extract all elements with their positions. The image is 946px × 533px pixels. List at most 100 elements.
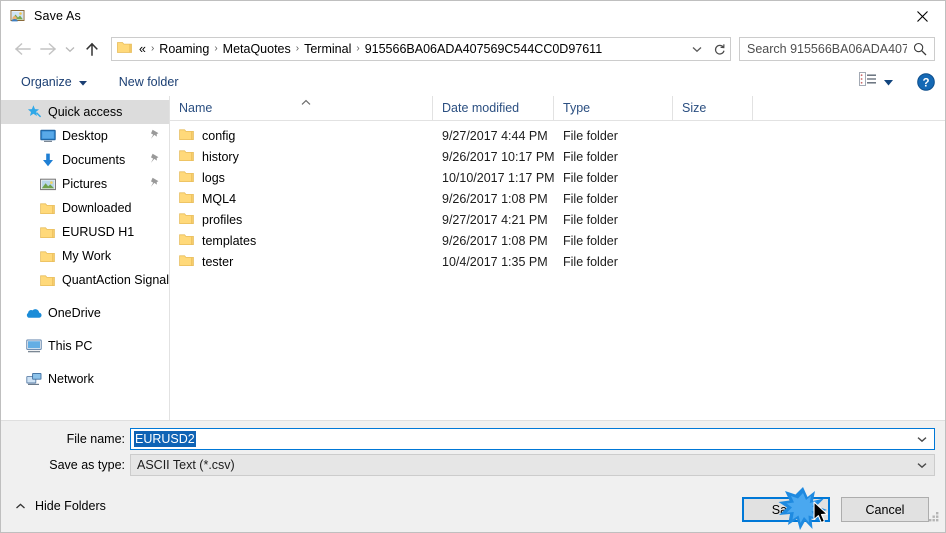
file-name-label: tester [202,254,234,269]
folder-icon [39,248,56,264]
sidebar-item-my-work[interactable]: My Work [1,244,169,268]
arrow-up-icon[interactable] [79,36,105,62]
chevron-down-icon[interactable] [61,36,79,62]
sidebar-item-label: Quick access [48,105,123,119]
toolbar-right-group: ? [855,67,935,96]
chevron-down-icon[interactable] [910,429,934,449]
breadcrumb-separator: › [356,43,360,54]
address-bar[interactable]: « › Roaming › MetaQuotes › Terminal › 91… [111,37,731,61]
file-name-input[interactable]: EURUSD2 [130,428,935,450]
pin-icon[interactable] [149,129,160,144]
breadcrumb-item-terminal[interactable]: Terminal [301,42,354,56]
table-row[interactable]: tester 10/4/2017 1:35 PM File folder [170,251,945,272]
folder-icon [39,200,56,216]
save-as-type-value: ASCII Text (*.csv) [137,458,235,472]
sidebar-item-label: Pictures [62,177,108,191]
save-button-label: Save [771,502,801,517]
sidebar-item-pictures[interactable]: Pictures [1,172,169,196]
pin-icon[interactable] [149,177,160,192]
content-area: Quick access Desktop Documents Pictures … [1,96,945,420]
folder-icon [179,233,195,249]
folder-icon [179,254,195,270]
table-row[interactable]: logs 10/10/2017 1:17 PM File folder [170,167,945,188]
sidebar-item-quick-access[interactable]: Quick access [1,100,169,124]
close-icon[interactable] [899,1,945,31]
sidebar-item-quantaction-signal[interactable]: QuantAction Signal [1,268,169,292]
file-name-value: EURUSD2 [134,431,196,447]
window-title: Save As [34,9,81,23]
file-type-cell: File folder [563,233,618,248]
file-name-cell: logs [170,170,433,186]
svg-text:?: ? [922,77,929,89]
search-icon[interactable] [907,42,933,56]
title-bar: Save As [1,1,945,31]
breadcrumb-item-roaming[interactable]: Roaming [156,42,212,56]
chevron-down-icon[interactable] [910,455,934,475]
file-name-label: config [202,128,236,143]
cancel-button[interactable]: Cancel [841,497,929,522]
table-row[interactable]: templates 9/26/2017 1:08 PM File folder [170,230,945,251]
file-date-cell: 9/26/2017 10:17 PM [442,149,554,164]
table-row[interactable]: history 9/26/2017 10:17 PM File folder [170,146,945,167]
search-input[interactable] [747,42,907,56]
view-layout-button[interactable] [855,72,897,91]
navigation-sidebar: Quick access Desktop Documents Pictures … [1,96,170,420]
column-header-date-modified[interactable]: Date modified [433,96,554,120]
caret-up-icon [300,94,312,112]
hide-folders-button[interactable]: Hide Folders [15,499,106,513]
resize-grip-icon[interactable] [927,510,941,529]
view-layout-icon [859,72,876,91]
table-row[interactable]: MQL4 9/26/2017 1:08 PM File folder [170,188,945,209]
file-name-cell: history [170,149,433,165]
arrow-left-icon[interactable] [9,36,35,62]
sidebar-item-this-pc[interactable]: This PC [1,334,169,358]
save-button[interactable]: Save [742,497,830,522]
table-row[interactable]: config 9/27/2017 4:44 PM File folder [170,125,945,146]
new-folder-button[interactable]: New folder [111,71,187,93]
desktop-icon [39,128,56,144]
column-header-size[interactable]: Size [673,96,753,120]
file-name-label: profiles [202,212,243,227]
breadcrumb-prefix[interactable]: « [136,42,149,56]
sidebar-item-network[interactable]: Network [1,367,169,391]
caret-down-icon [884,73,893,91]
sidebar-item-onedrive[interactable]: OneDrive [1,301,169,325]
star-pin-icon [25,104,42,120]
save-as-type-select[interactable]: ASCII Text (*.csv) [130,454,935,476]
folder-icon [39,224,56,240]
sidebar-item-eurusd-h1[interactable]: EURUSD H1 [1,220,169,244]
help-question-icon[interactable]: ? [917,72,935,91]
sidebar-item-documents[interactable]: Documents [1,148,169,172]
column-header-type[interactable]: Type [554,96,673,120]
file-name-label: File name: [66,432,125,446]
save-form: File name: EURUSD2 Save as type: ASCII T… [1,420,945,489]
sidebar-item-label: QuantAction Signal [62,273,169,287]
arrow-right-icon[interactable] [35,36,61,62]
file-name-cell: profiles [170,212,433,228]
sidebar-item-desktop[interactable]: Desktop [1,124,169,148]
chevron-down-icon[interactable] [686,46,708,53]
organize-button[interactable]: Organize [13,71,95,93]
column-header-row: Name Date modified Type Size [170,96,945,121]
breadcrumb-separator: › [214,43,218,54]
this-pc-icon [25,338,42,354]
folder-icon [179,149,195,165]
breadcrumb-item-terminal-id[interactable]: 915566BA06ADA407569C544CC0D97611 [362,42,605,56]
file-date-cell: 9/26/2017 1:08 PM [442,191,548,206]
file-name-label: logs [202,170,225,185]
table-row[interactable]: profiles 9/27/2017 4:21 PM File folder [170,209,945,230]
cancel-button-label: Cancel [865,502,905,517]
sidebar-item-label: This PC [48,339,93,353]
documents-icon [39,152,56,168]
breadcrumb-item-metaquotes[interactable]: MetaQuotes [220,42,294,56]
pictures-icon [39,176,56,192]
refresh-icon[interactable] [708,43,730,56]
sidebar-item-label: Network [48,372,94,386]
sidebar-item-downloaded[interactable]: Downloaded [1,196,169,220]
search-box[interactable] [739,37,935,61]
file-rows: config 9/27/2017 4:44 PM File folder his… [170,121,945,272]
pin-icon[interactable] [149,153,160,168]
file-date-cell: 9/27/2017 4:21 PM [442,212,548,227]
